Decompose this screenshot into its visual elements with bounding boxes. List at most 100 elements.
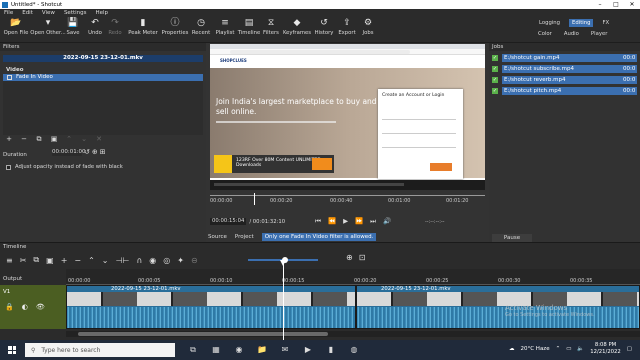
- deselect-filter-icon[interactable]: ✕: [94, 135, 104, 144]
- weather-text[interactable]: 20°C Haze: [520, 346, 549, 352]
- notifications-icon[interactable]: ▢: [627, 346, 632, 352]
- ripple-all-icon[interactable]: ✦: [177, 256, 184, 265]
- preview-site-header: SHOPCLUES: [210, 55, 485, 68]
- keyframes-button[interactable]: ◆ Keyframes: [282, 18, 312, 36]
- tray-chevron-icon[interactable]: ⌃: [556, 346, 561, 352]
- layout-logging[interactable]: Logging: [536, 19, 563, 27]
- duration-field[interactable]: 00:00:01:00: [52, 149, 86, 156]
- scrub-icon[interactable]: ◉: [149, 256, 156, 265]
- redo-button[interactable]: ↷ Redo: [100, 18, 130, 36]
- fast-forward-icon[interactable]: ⏩: [355, 217, 363, 226]
- snap-icon[interactable]: ∩: [136, 256, 142, 265]
- skip-start-icon[interactable]: ⏮: [315, 217, 321, 226]
- timeline-ruler[interactable]: 00:00:00 00:00:05 00:00:10 00:00:15 00:0…: [66, 269, 640, 285]
- file-explorer-icon[interactable]: 📁: [256, 345, 268, 355]
- layout-player[interactable]: Player: [591, 31, 607, 37]
- timeline-clip[interactable]: 2022-09-15 23-12-01.mkv: [66, 285, 356, 329]
- rewind-icon[interactable]: ⏪: [328, 217, 336, 226]
- overwrite-icon[interactable]: ⌄: [102, 256, 109, 265]
- mail-icon[interactable]: ✉: [279, 345, 291, 355]
- adjust-opacity-checkbox[interactable]: [6, 164, 11, 170]
- timeline-playhead[interactable]: [280, 260, 286, 346]
- remove-icon[interactable]: −: [74, 256, 81, 265]
- job-row[interactable]: ✓ E:/shotcut gain.mp4 00:0: [492, 54, 637, 62]
- split-icon[interactable]: ⊣⊢: [116, 256, 130, 265]
- skip-end-icon[interactable]: ⏭: [370, 217, 376, 226]
- menu-icon[interactable]: ≡: [6, 256, 13, 265]
- timeline-clip[interactable]: 2022-09-15 23-12-01.mkv: [356, 285, 640, 329]
- zoom-fit-icon[interactable]: ⊡: [359, 253, 366, 262]
- menu-help[interactable]: Help: [96, 10, 109, 16]
- zoom-in-icon[interactable]: ⊕: [346, 253, 353, 262]
- position-timecode[interactable]: 00:00:15:04: [210, 218, 247, 225]
- pause-jobs-button[interactable]: Pause: [492, 234, 532, 242]
- job-row[interactable]: ✓ E:/shotcut pitch.mp4 00:0: [492, 87, 637, 95]
- mute-icon[interactable]: ◐: [22, 303, 28, 311]
- peak-meter-button[interactable]: ▮ Peak Meter: [128, 18, 158, 36]
- scrub-playhead[interactable]: [254, 193, 255, 205]
- volume-icon[interactable]: 🔊: [383, 217, 391, 226]
- widgets-icon[interactable]: ▦: [210, 345, 222, 355]
- duration-playhead-icon[interactable]: ⊞: [100, 148, 106, 156]
- taskbar-clock[interactable]: 8:08 PM 12/21/2022: [590, 342, 621, 356]
- adjust-opacity-option[interactable]: Adjust opacity instead of fade with blac…: [6, 164, 123, 170]
- append-icon[interactable]: +: [61, 256, 68, 265]
- timeline-scrollbar[interactable]: [66, 331, 640, 337]
- video-preview[interactable]: SHOPCLUES Join India's largest marketpla…: [210, 44, 485, 190]
- filter-section-video: Video: [6, 67, 24, 73]
- add-filter-icon[interactable]: +: [4, 135, 14, 144]
- shotcut-taskbar-icon[interactable]: ▮: [325, 345, 337, 355]
- paste-filter-icon[interactable]: ▣: [49, 135, 59, 144]
- layout-fx[interactable]: FX: [599, 19, 612, 27]
- filter-item-fade-in-video[interactable]: Fade In Video: [3, 74, 203, 81]
- duration-reset-icon[interactable]: ↺: [84, 148, 90, 156]
- move-down-icon[interactable]: ⌄: [79, 135, 89, 144]
- windows-start-icon[interactable]: [8, 346, 16, 354]
- copy-filter-icon[interactable]: ⧉: [34, 135, 44, 144]
- open-other-icon: ▾: [45, 18, 51, 28]
- open-file-button[interactable]: 📂 Open File: [1, 18, 31, 36]
- zoom-out-icon[interactable]: ⊖: [191, 256, 198, 265]
- lift-icon[interactable]: ⌃: [88, 256, 95, 265]
- lock-icon[interactable]: 🔒: [5, 303, 14, 311]
- player-scrubber[interactable]: 00:00:00 00:00:20 00:00:40 00:01:00 00:0…: [210, 193, 485, 207]
- menu-file[interactable]: File: [4, 10, 13, 16]
- ripple-icon[interactable]: ◎: [163, 256, 170, 265]
- layout-color[interactable]: Color: [538, 31, 552, 37]
- job-done-icon: ✓: [492, 66, 498, 72]
- task-view-icon[interactable]: ⧉: [187, 345, 199, 355]
- media-icon[interactable]: ▶: [302, 345, 314, 355]
- menu-edit[interactable]: Edit: [22, 10, 33, 16]
- scrub-label: 00:00:00: [210, 198, 233, 204]
- chrome-icon[interactable]: ◍: [348, 345, 360, 355]
- tab-project[interactable]: Project: [235, 234, 254, 240]
- copy-icon[interactable]: ⧉: [33, 255, 39, 265]
- tab-source[interactable]: Source: [208, 234, 227, 240]
- menu-view[interactable]: View: [42, 10, 55, 16]
- jobs-button[interactable]: ⚙ Jobs: [353, 18, 383, 36]
- menu-settings[interactable]: Settings: [64, 10, 87, 16]
- minimize-button[interactable]: –: [592, 1, 608, 8]
- timeline-scrollbar-thumb[interactable]: [78, 332, 328, 336]
- close-button[interactable]: ✕: [624, 1, 640, 8]
- track-header-v1[interactable]: V1 🔒 ◐ 👁: [0, 285, 66, 329]
- duration-add-keyframe-icon[interactable]: ⊕: [92, 148, 98, 156]
- cut-icon[interactable]: ✂: [20, 256, 27, 265]
- hide-icon[interactable]: 👁: [36, 303, 45, 311]
- job-row[interactable]: ✓ E:/shotcut reverb.mp4 00:0: [492, 76, 637, 84]
- network-icon[interactable]: ▭: [566, 346, 571, 352]
- duration-controls: ↺ ⊕ ⊞: [84, 148, 106, 156]
- maximize-button[interactable]: □: [608, 1, 624, 8]
- volume-tray-icon[interactable]: 🔈: [577, 346, 584, 352]
- play-icon[interactable]: ▶: [343, 217, 348, 226]
- paste-icon[interactable]: ▣: [46, 256, 54, 265]
- taskbar-search-box[interactable]: ⚲ Type here to search: [25, 343, 175, 357]
- filter-enable-checkbox[interactable]: [7, 75, 12, 80]
- remove-filter-icon[interactable]: −: [19, 135, 29, 144]
- layout-audio[interactable]: Audio: [564, 31, 579, 37]
- edge-icon[interactable]: ◉: [233, 345, 245, 355]
- job-row[interactable]: ✓ E:/shotcut subscribe.mp4 00:0: [492, 65, 637, 73]
- weather-icon[interactable]: ☁: [509, 346, 515, 352]
- layout-editing[interactable]: Editing: [569, 19, 594, 27]
- move-up-icon[interactable]: ⌃: [64, 135, 74, 144]
